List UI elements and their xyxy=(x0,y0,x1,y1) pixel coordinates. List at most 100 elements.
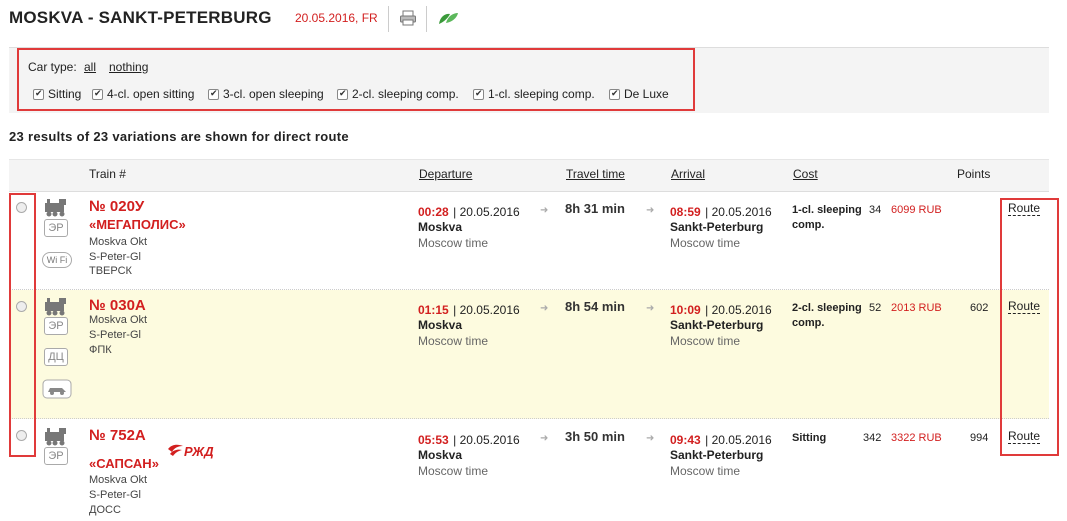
cost-type: Sitting xyxy=(792,432,827,444)
er-icon: ЭР xyxy=(44,317,68,335)
checkbox-label: Sitting xyxy=(48,87,82,101)
checkbox-icon[interactable] xyxy=(33,88,44,100)
checkbox-label: 2-cl. sleeping comp. xyxy=(352,87,459,101)
col-travel-time[interactable]: Travel time xyxy=(566,167,625,181)
select-nothing-link[interactable]: nothing xyxy=(109,60,148,74)
arrival-station: Sankt-Peterburg xyxy=(670,220,764,234)
arrival-timezone: Moscow time xyxy=(670,334,741,348)
select-all-link[interactable]: all xyxy=(84,60,96,74)
arrow-icon: ➜ xyxy=(540,433,549,444)
col-departure[interactable]: Departure xyxy=(419,167,472,181)
route-title: MOSKVA - SANKT-PETERBURG xyxy=(9,8,272,27)
departure-datetime: 01:15 | 20.05.2016 xyxy=(418,303,520,317)
arrival-station: Sankt-Peterburg xyxy=(670,318,764,332)
checkbox-label: 1-cl. sleeping comp. xyxy=(488,87,595,101)
filter-highlight xyxy=(17,48,695,111)
train-carrier: ДОСС xyxy=(89,504,121,516)
er-icon: ЭР xyxy=(44,219,68,237)
train-from: Moskva Okt xyxy=(89,314,148,326)
arrow-icon: ➜ xyxy=(646,303,655,314)
locomotive-icon xyxy=(45,298,66,316)
checkbox-icon[interactable] xyxy=(473,88,484,100)
checkbox-de-luxe[interactable]: De Luxe xyxy=(609,87,669,101)
arrow-icon: ➜ xyxy=(646,205,655,216)
arrow-icon: ➜ xyxy=(646,433,655,444)
cost-type: 2-cl. sleeping comp. xyxy=(792,302,862,329)
wifi-icon: Wi Fi xyxy=(42,252,72,268)
col-cost[interactable]: Cost xyxy=(793,167,818,181)
train-number: № 752А xyxy=(89,427,146,444)
rzd-logo-icon: РЖД xyxy=(166,443,214,459)
arrival-datetime: 08:59 | 20.05.2016 xyxy=(670,205,772,219)
departure-station: Moskva xyxy=(418,220,463,234)
departure-datetime: 05:53 | 20.05.2016 xyxy=(418,433,520,447)
checkbox-3cl-open-sleeping[interactable]: 3-cl. open sleeping xyxy=(208,87,324,101)
train-name: «САПСАН» xyxy=(89,456,159,471)
checkbox-2cl-sleeping-comp[interactable]: 2-cl. sleeping comp. xyxy=(337,87,459,101)
price[interactable]: 3322 RUB xyxy=(891,432,942,444)
checkbox-icon[interactable] xyxy=(609,88,620,100)
seats-count: 34 xyxy=(869,204,882,216)
departure-timezone: Moscow time xyxy=(418,236,489,250)
dc-icon: ДЦ xyxy=(44,348,68,366)
col-train: Train # xyxy=(89,167,126,181)
checkbox-icon[interactable] xyxy=(92,88,103,100)
train-carrier: ФПК xyxy=(89,344,112,356)
checkbox-4cl-open-sitting[interactable]: 4-cl. open sitting xyxy=(92,87,194,101)
print-icon[interactable] xyxy=(399,9,417,27)
arrow-icon: ➜ xyxy=(540,205,549,216)
col-points: Points xyxy=(957,167,991,181)
train-name: «МЕГАПОЛИС» xyxy=(89,217,186,232)
train-to: S-Peter-Gl xyxy=(89,251,141,263)
locomotive-icon xyxy=(45,428,66,446)
departure-timezone: Moscow time xyxy=(418,464,489,478)
route-date: 20.05.2016, FR xyxy=(295,11,378,25)
price[interactable]: 6099 RUB xyxy=(891,204,942,216)
leaf-icon[interactable] xyxy=(437,9,459,27)
points: 602 xyxy=(970,302,989,314)
header-divider xyxy=(426,6,427,32)
checkbox-label: 4-cl. open sitting xyxy=(107,87,195,101)
results-summary: 23 results of 23 variations are shown fo… xyxy=(9,129,349,144)
car-type-label: Car type: xyxy=(28,60,77,74)
checkbox-icon[interactable] xyxy=(337,88,348,100)
travel-time: 3h 50 min xyxy=(565,429,625,444)
checkbox-1cl-sleeping-comp[interactable]: 1-cl. sleeping comp. xyxy=(473,87,595,101)
travel-time: 8h 54 min xyxy=(565,299,625,314)
train-from: Moskva Okt xyxy=(89,474,148,486)
train-number: № 020У xyxy=(89,198,145,215)
checkbox-label: 3-cl. open sleeping xyxy=(223,87,324,101)
travel-time: 8h 31 min xyxy=(565,201,625,216)
locomotive-icon xyxy=(45,199,66,217)
car-transport-icon xyxy=(42,379,72,399)
train-from: Moskva Okt xyxy=(89,236,148,248)
checkbox-label: De Luxe xyxy=(624,87,669,101)
arrival-datetime: 09:43 | 20.05.2016 xyxy=(670,433,772,447)
col-arrival[interactable]: Arrival xyxy=(671,167,705,181)
departure-station: Moskva xyxy=(418,318,463,332)
train-carrier: ТВЕРСК xyxy=(89,265,132,277)
table-header xyxy=(9,159,1049,192)
arrival-timezone: Moscow time xyxy=(670,236,741,250)
seats-count: 52 xyxy=(869,302,882,314)
train-to: S-Peter-Gl xyxy=(89,489,141,501)
arrival-timezone: Moscow time xyxy=(670,464,741,478)
arrow-icon: ➜ xyxy=(540,303,549,314)
points: 994 xyxy=(970,432,989,444)
rzd-wing-icon xyxy=(168,444,183,456)
header-divider xyxy=(388,6,389,32)
checkbox-sitting[interactable]: Sitting xyxy=(33,87,81,101)
cost-type: 1-cl. sleeping comp. xyxy=(792,204,862,231)
radio-column-highlight xyxy=(9,193,36,457)
departure-station: Moskva xyxy=(418,448,463,462)
train-to: S-Peter-Gl xyxy=(89,329,141,341)
route-column-highlight xyxy=(1000,198,1059,456)
checkbox-icon[interactable] xyxy=(208,88,219,100)
er-icon: ЭР xyxy=(44,447,68,465)
price[interactable]: 2013 RUB xyxy=(891,302,942,314)
seats-count: 342 xyxy=(863,432,882,444)
departure-timezone: Moscow time xyxy=(418,334,489,348)
arrival-datetime: 10:09 | 20.05.2016 xyxy=(670,303,772,317)
departure-datetime: 00:28 | 20.05.2016 xyxy=(418,205,520,219)
arrival-station: Sankt-Peterburg xyxy=(670,448,764,462)
